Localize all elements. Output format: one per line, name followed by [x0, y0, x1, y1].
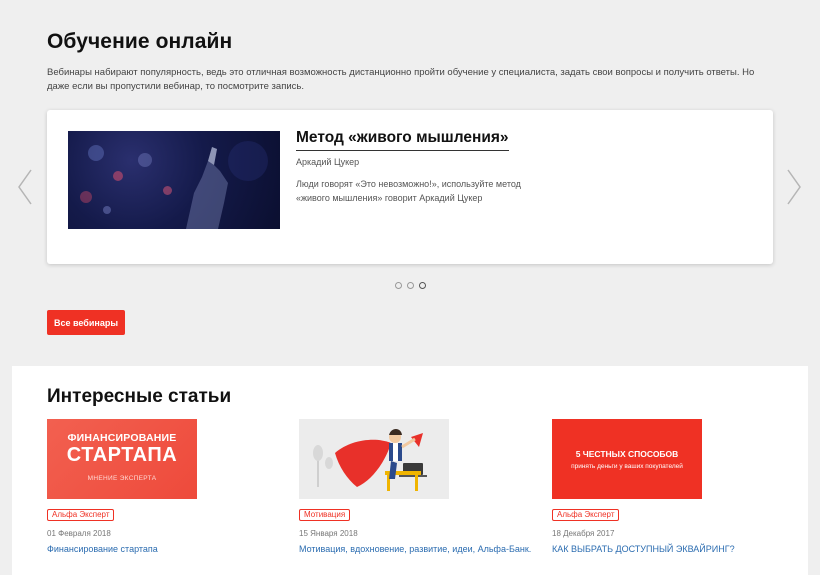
article-card: 5 ЧЕСТНЫХ СПОСОБОВ принять деньги у ваши… [552, 419, 735, 554]
chevron-left-icon [18, 169, 32, 205]
carousel-prev-button[interactable] [15, 168, 35, 206]
article-link[interactable]: Мотивация, вдохновение, развитие, идеи, … [299, 544, 531, 554]
carousel-dot[interactable] [395, 282, 402, 289]
webinar-title[interactable]: Метод «живого мышления» [296, 129, 509, 151]
section-intro: Вебинары набирают популярность, ведь это… [47, 67, 755, 92]
article-date: 15 Января 2018 [299, 529, 358, 538]
carousel-dot-active[interactable] [419, 282, 426, 289]
category-badge[interactable]: Альфа Эксперт [47, 509, 115, 521]
category-badge[interactable]: Альфа Эксперт [552, 509, 620, 521]
article-card: ФИНАНСИРОВАНИЕ СТАРТАПА МНЕНИЕ ЭКСПЕРТА … [47, 419, 197, 554]
section-title: Обучение онлайн [47, 30, 233, 53]
article-link[interactable]: Финансирование стартапа [47, 544, 158, 554]
carousel-dots [395, 282, 426, 289]
all-webinars-button[interactable]: Все вебинары [47, 310, 125, 335]
thumb-heading: ФИНАНСИРОВАНИЕ [67, 432, 177, 444]
thumb-caption: МНЕНИЕ ЭКСПЕРТА [87, 475, 157, 482]
article-thumbnail[interactable]: 5 ЧЕСТНЫХ СПОСОБОВ принять деньги у ваши… [552, 419, 702, 499]
articles-title: Интересные статьи [47, 386, 232, 407]
thumb-subheading: принять деньги у ваших покупателей [571, 463, 683, 470]
webinar-description: Люди говорят «Это невозможно!», использу… [296, 179, 521, 203]
category-badge[interactable]: Мотивация [299, 509, 351, 521]
carousel-dot[interactable] [407, 282, 414, 289]
thumb-heading: 5 ЧЕСТНЫХ СПОСОБОВ [575, 449, 679, 459]
webinar-section: Обучение онлайн Вебинары набирают популя… [0, 0, 820, 365]
article-link[interactable]: КАК ВЫБРАТЬ ДОСТУПНЫЙ ЭКВАЙРИНГ? [552, 544, 735, 554]
article-date: 18 Декабря 2017 [552, 529, 615, 538]
webinar-author: Аркадий Цукер [296, 157, 360, 167]
article-thumbnail[interactable] [299, 419, 449, 499]
article-card: Мотивация 15 Января 2018 Мотивация, вдох… [299, 419, 531, 554]
carousel-next-button[interactable] [784, 168, 804, 206]
webinar-image [68, 131, 280, 229]
superhero-illustration [299, 419, 449, 499]
articles-section: Интересные статьи ФИНАНСИРОВАНИЕ СТАРТАП… [12, 366, 808, 575]
webinar-card[interactable]: Метод «живого мышления» Аркадий Цукер Лю… [47, 110, 773, 264]
article-date: 01 Февраля 2018 [47, 529, 111, 538]
chevron-right-icon [787, 169, 801, 205]
article-thumbnail[interactable]: ФИНАНСИРОВАНИЕ СТАРТАПА МНЕНИЕ ЭКСПЕРТА [47, 419, 197, 499]
thumb-subheading: СТАРТАПА [66, 444, 178, 466]
